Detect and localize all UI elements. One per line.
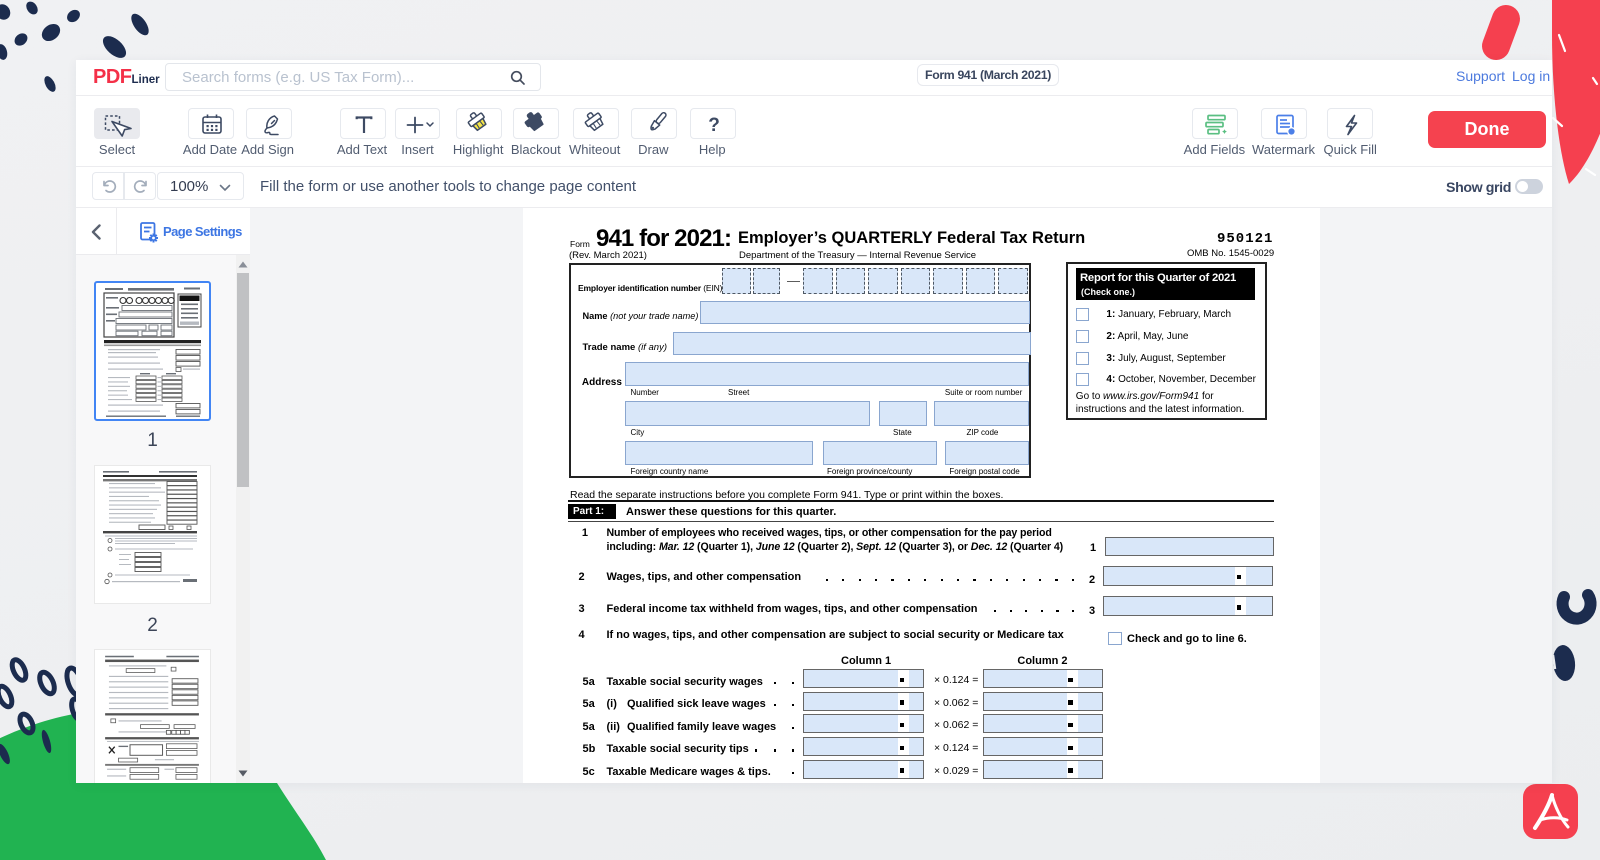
svg-text:?: ? (708, 115, 720, 136)
